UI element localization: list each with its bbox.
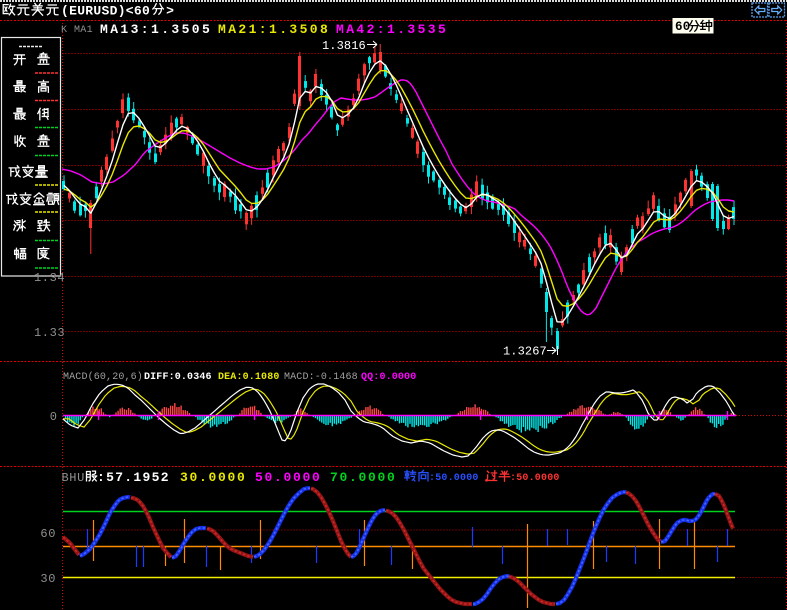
svg-text:MACD:-0.1468: MACD:-0.1468 (284, 372, 358, 383)
svg-text:QQ:0.0000: QQ:0.0000 (361, 372, 416, 383)
svg-text:0: 0 (50, 410, 57, 424)
svg-text:1.3267: 1.3267 (503, 345, 547, 359)
svg-text:1.33: 1.33 (34, 326, 65, 340)
svg-text::50.0000: :50.0000 (510, 473, 560, 484)
svg-text:K: K (61, 25, 67, 36)
svg-text:BHU: BHU (62, 471, 85, 485)
svg-text:1.34: 1.34 (34, 271, 65, 285)
svg-text:MA13:1.3505: MA13:1.3505 (100, 22, 212, 37)
svg-text:1.3816: 1.3816 (322, 39, 366, 53)
svg-text:MA1: MA1 (74, 25, 93, 36)
svg-text:60: 60 (40, 527, 56, 541)
svg-text:70.0000: 70.0000 (330, 470, 397, 485)
svg-text:50.0000: 50.0000 (255, 470, 322, 485)
svg-text::50.0000: :50.0000 (429, 473, 479, 484)
svg-text:(EURUSD)<60: (EURUSD)<60 (61, 4, 150, 19)
svg-text::57.1952: :57.1952 (97, 470, 170, 485)
svg-text:MACD(60,20,6): MACD(60,20,6) (63, 371, 143, 383)
svg-text:60: 60 (675, 20, 690, 34)
svg-text:MA21:1.3508: MA21:1.3508 (218, 22, 330, 37)
svg-text:30.0000: 30.0000 (180, 470, 247, 485)
svg-text:DIFF:0.0346: DIFF:0.0346 (144, 372, 212, 383)
svg-text:30: 30 (40, 572, 56, 586)
svg-text:DEA:0.1080: DEA:0.1080 (218, 372, 280, 383)
svg-text:>: > (166, 4, 174, 19)
svg-text:MA42:1.3535: MA42:1.3535 (336, 22, 448, 37)
